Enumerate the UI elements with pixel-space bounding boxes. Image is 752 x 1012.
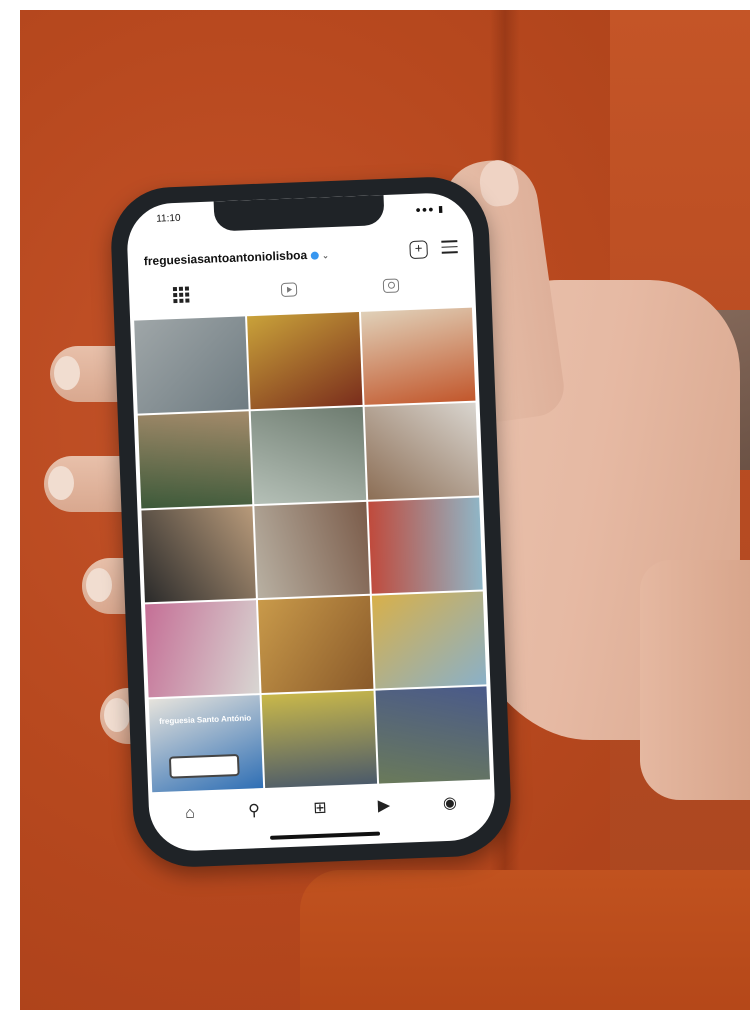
post-thumbnail[interactable] (247, 312, 363, 410)
post-thumbnail[interactable] (360, 307, 476, 405)
profile-tabs (129, 276, 476, 313)
profile-username: freguesiasantoantoniolisboa (143, 247, 308, 269)
chevron-down-icon: ⌄ (321, 251, 330, 261)
tagged-icon[interactable] (382, 278, 400, 294)
phone-notch (213, 194, 385, 232)
post-thumbnail[interactable] (364, 402, 480, 500)
profile-icon[interactable]: ◉ (439, 792, 462, 815)
post-thumbnail[interactable] (371, 591, 487, 689)
post-thumbnail[interactable]: freguesia Santo António (148, 695, 264, 793)
hand-wrist (640, 560, 750, 800)
post-thumbnail[interactable] (261, 690, 377, 788)
verified-badge-icon (310, 251, 320, 260)
status-time: 11:10 (156, 212, 181, 225)
reels-nav-icon[interactable]: ▶ (373, 795, 396, 818)
reels-icon[interactable] (280, 282, 298, 297)
post-thumbnail[interactable] (137, 411, 253, 509)
background-seat (300, 870, 750, 1010)
bottom-navigation: ⌂ ⚲ ⊞ ▶ ◉ (148, 785, 495, 838)
post-thumbnail[interactable] (145, 600, 260, 698)
grid-icon[interactable] (172, 286, 196, 305)
post-thumbnail[interactable] (258, 596, 374, 694)
phone: 11:10 ●●● ▮ freguesiasantoantoniolisboa ⌄… (109, 174, 513, 870)
home-icon[interactable]: ⌂ (179, 802, 202, 825)
create-icon[interactable]: ⊞ (309, 797, 332, 820)
post-thumbnail[interactable] (375, 686, 491, 784)
post-thumbnail[interactable] (251, 406, 366, 504)
search-icon[interactable]: ⚲ (243, 800, 266, 823)
post-thumbnail[interactable] (141, 505, 257, 603)
hamburger-menu-icon[interactable] (441, 240, 458, 255)
profile-header: freguesiasantoantoniolisboa ⌄ + (127, 234, 474, 277)
post-thumbnail[interactable] (254, 501, 370, 599)
post-caption-text: freguesia Santo António (158, 713, 252, 727)
phone-screen: 11:10 ●●● ▮ freguesiasantoantoniolisboa ⌄… (125, 191, 497, 853)
profile-username-row[interactable]: freguesiasantoantoniolisboa ⌄ (144, 247, 329, 268)
sign-plaque (168, 754, 240, 779)
post-thumbnail[interactable] (134, 316, 249, 414)
posts-grid: freguesia Santo António (134, 307, 491, 793)
plus-square-icon[interactable]: + (409, 240, 428, 260)
post-thumbnail[interactable] (367, 497, 483, 595)
status-icons: ●●● ▮ (415, 203, 445, 215)
